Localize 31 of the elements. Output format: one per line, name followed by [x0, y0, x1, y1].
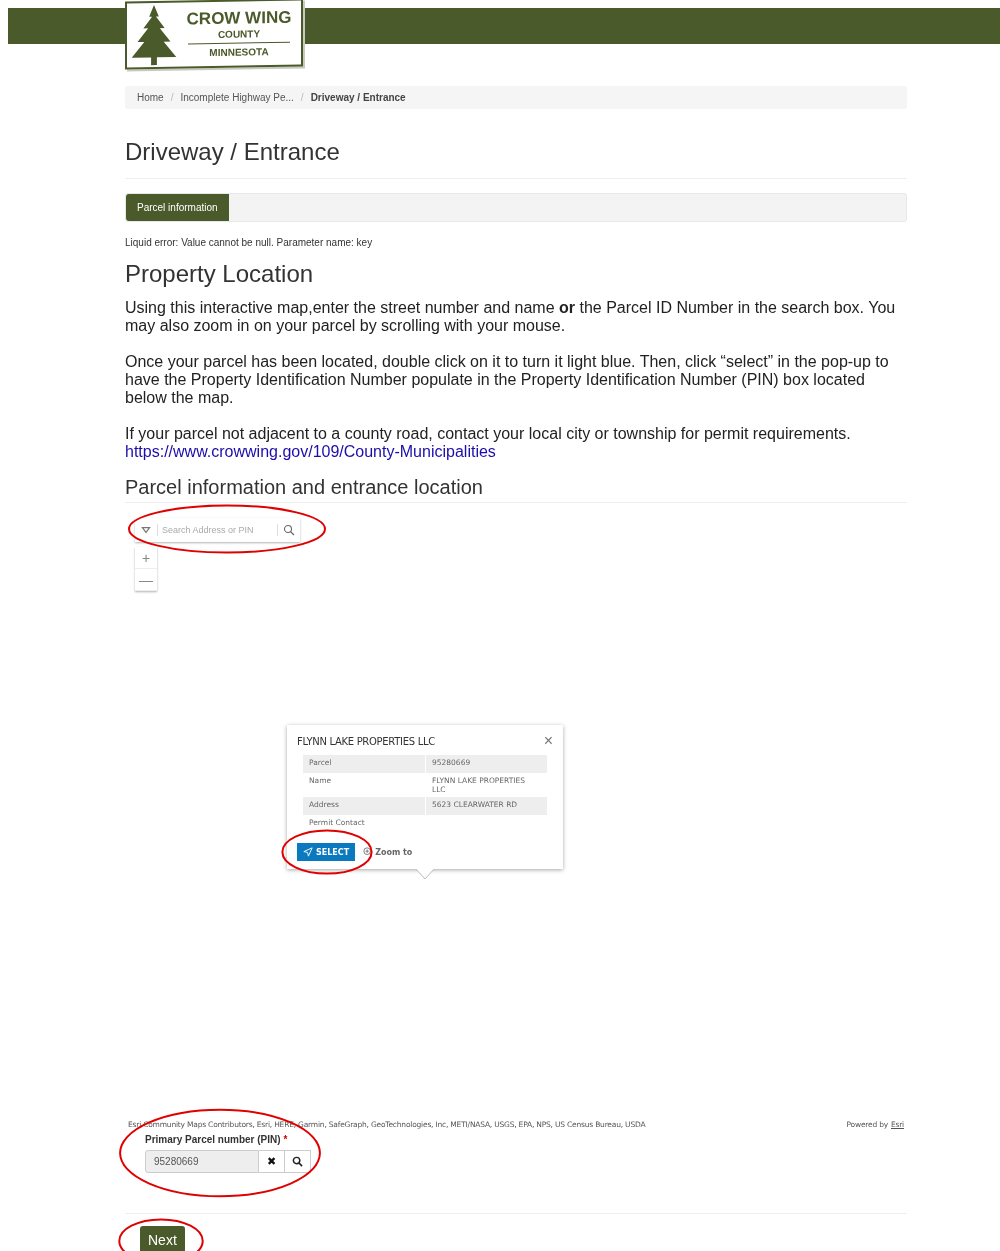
pin-field[interactable]: 95280669	[145, 1150, 259, 1173]
clear-button[interactable]: ✖	[259, 1150, 285, 1173]
breadcrumb-separator: /	[300, 92, 304, 103]
search-icon	[292, 1156, 303, 1167]
error-message: Liquid error: Value cannot be null. Parameter name: key	[125, 237, 374, 248]
paragraph: Once your parcel has been located, double click on it to turn it light blue. Then, click “select” in the pop-up to have the Property Identification Number populate in the Property Identification Number (PIN) box located below the map.	[125, 353, 890, 407]
required-mark: *	[283, 1134, 288, 1145]
map-heading: Parcel information and entrance location	[125, 475, 907, 503]
field-label: Primary Parcel number (PIN)	[145, 1134, 281, 1145]
search-button[interactable]	[285, 1150, 311, 1173]
zoom-in-button[interactable]: +	[135, 547, 157, 569]
zoom-in-icon	[363, 847, 374, 857]
breadcrumb-link[interactable]: Incomplete Highway Pe...	[180, 92, 294, 103]
paragraph: If your parcel not adjacent to a county road, contact your local city or township for permit requirements.	[125, 425, 852, 443]
popup-title: FLYNN LAKE PROPERTIES LLC	[297, 735, 435, 747]
select-button[interactable]: SELECT	[297, 843, 356, 861]
logo-title: CROW WING	[186, 8, 292, 30]
page-title: Driveway / Entrance	[125, 138, 907, 179]
section-title: Property Location	[125, 260, 315, 288]
link[interactable]: https://www.crowwing.gov/109/County-Municipalities	[125, 443, 496, 461]
send-icon	[303, 847, 313, 857]
breadcrumb-separator: /	[170, 92, 174, 103]
next-button[interactable]: Next	[140, 1226, 185, 1251]
tab[interactable]: Parcel information	[126, 194, 229, 221]
zoom-out-button[interactable]: —	[135, 569, 157, 591]
paragraph: Using this interactive map,enter the street number and name or the Parcel ID Number in the search box. You may also zoom in on your parcel by scrolling with your mouse.	[125, 299, 897, 335]
logo-subtitle: MINNESOTA	[209, 44, 269, 58]
zoom-to-link[interactable]: Zoom to	[363, 847, 413, 857]
logo-subtitle: COUNTY	[187, 27, 291, 45]
breadcrumb-link[interactable]: Home	[137, 92, 164, 103]
close-button[interactable]: ×	[543, 733, 553, 749]
